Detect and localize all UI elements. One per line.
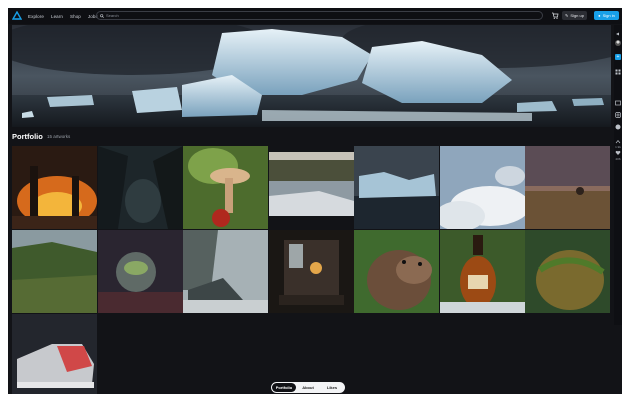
artwork-tile-green-hills[interactable] [12, 230, 97, 313]
grid-icon[interactable] [615, 69, 621, 75]
sign-in-button[interactable]: ● Sign in [594, 11, 619, 20]
likes-icon[interactable] [615, 150, 621, 156]
portfolio-title: Portfolio [12, 132, 43, 141]
artwork-tile-otter-portrait[interactable] [354, 230, 439, 313]
artwork-count: 15 artworks [47, 134, 71, 139]
follower-count: 1.9k [615, 145, 621, 149]
artwork-tile-gallery-interior[interactable] [268, 230, 354, 313]
menu-icon[interactable] [615, 31, 621, 37]
artwork-tile-rocky-coast[interactable] [268, 146, 354, 229]
artwork-tile-mossy-stone[interactable] [525, 230, 610, 313]
search-input[interactable]: Search [96, 11, 543, 20]
likes-count: 206 [615, 157, 621, 161]
artwork-tile-sneaker[interactable] [12, 314, 97, 394]
top-nav: Explore Learn Shop Jobs Search ✎ Sign up… [8, 8, 622, 24]
add-icon[interactable]: + [615, 54, 621, 60]
tab-about[interactable]: About [296, 383, 320, 392]
search-icon [100, 13, 104, 18]
search-placeholder: Search [106, 13, 119, 18]
cover-banner [12, 25, 611, 127]
profile-tabs: Portfolio About Likes [271, 382, 345, 393]
tab-likes[interactable]: Likes [320, 383, 344, 392]
artwork-tile-mushroom-house[interactable] [183, 146, 268, 229]
instagram-icon[interactable] [615, 112, 621, 118]
user-icon: ● [598, 13, 601, 18]
nav-links: Explore Learn Shop Jobs [28, 8, 98, 24]
nav-link-explore[interactable]: Explore [28, 14, 44, 19]
sign-up-label: Sign up [570, 13, 584, 18]
cart-icon[interactable] [551, 11, 559, 20]
chat-icon[interactable] [615, 124, 621, 130]
artstation-logo[interactable] [12, 11, 22, 21]
artwork-tile-terrarium-orb[interactable] [97, 230, 183, 313]
nav-link-shop[interactable]: Shop [70, 14, 81, 19]
right-action-rail: + 1.9k 206 [614, 25, 622, 325]
pencil-icon: ✎ [565, 13, 569, 18]
sign-up-button[interactable]: ✎ Sign up [562, 11, 587, 20]
tab-portfolio[interactable]: Portfolio [272, 383, 296, 392]
artwork-tile-cloudscape[interactable] [439, 146, 525, 229]
artwork-tile-foggy-coast-rock[interactable] [183, 230, 268, 313]
artwork-tile-evening-field[interactable] [525, 146, 610, 229]
app-frame: Explore Learn Shop Jobs Search ✎ Sign up… [8, 8, 622, 394]
artwork-tile-glacier-bay[interactable] [354, 146, 439, 229]
artwork-tile-cognac-bottle[interactable] [439, 230, 525, 313]
sign-in-label: Sign in [602, 13, 615, 18]
nav-link-learn[interactable]: Learn [51, 14, 63, 19]
artwork-tile-dark-forest-cave[interactable] [97, 146, 183, 229]
artwork-tile-burning-village[interactable] [12, 146, 97, 229]
gallery-icon[interactable] [615, 100, 621, 106]
avatar[interactable] [615, 40, 621, 46]
